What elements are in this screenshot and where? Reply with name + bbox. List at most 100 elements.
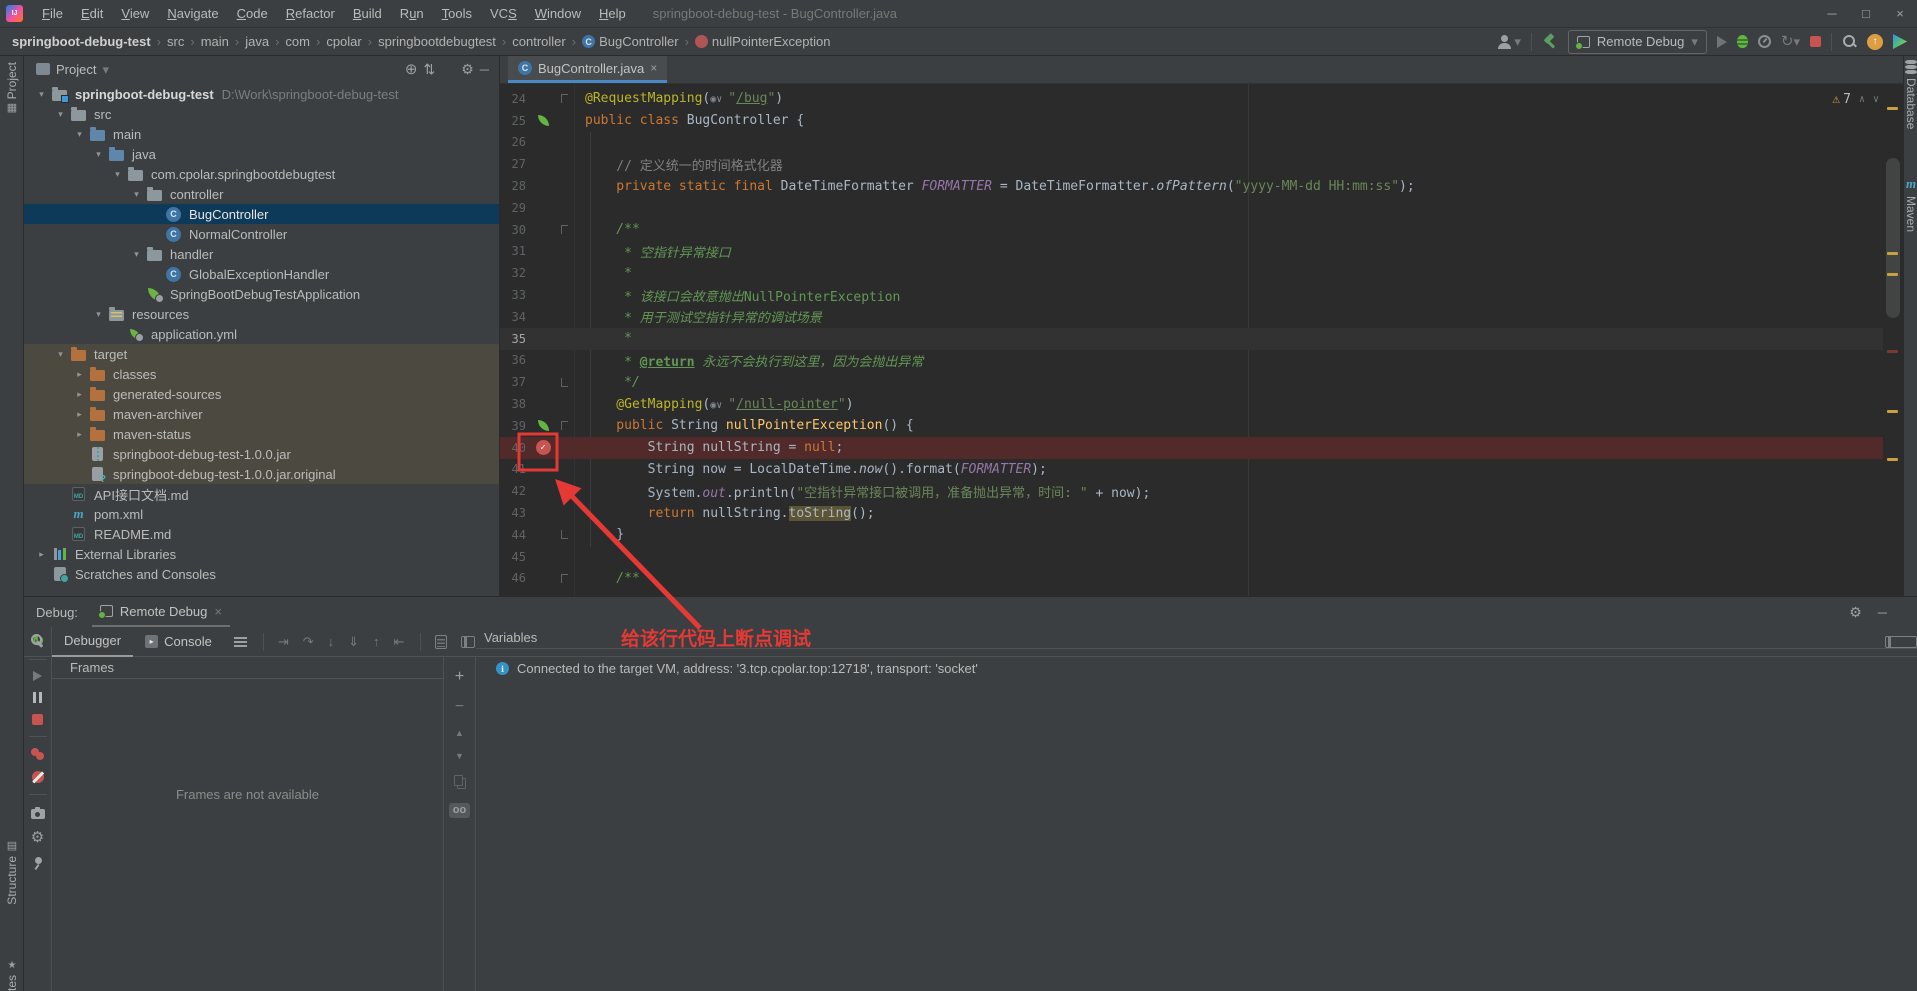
tree-item-controller[interactable]: ▾controller	[24, 184, 499, 204]
tool-stripe-favorites[interactable]: ★ Favorites	[0, 961, 24, 991]
spring-bean-gutter-icon[interactable]	[530, 415, 556, 437]
menu-help[interactable]: Help	[590, 6, 635, 21]
analysis-mark[interactable]	[1887, 252, 1898, 255]
search-everywhere-icon[interactable]	[1842, 34, 1857, 49]
menu-window[interactable]: Window	[526, 6, 590, 21]
user-button[interactable]: ▾	[1497, 35, 1521, 49]
resume-button[interactable]	[33, 671, 42, 681]
code-line-36[interactable]: 36 * @return 永远不会执行到这里，因为会抛出异常	[500, 350, 1883, 372]
stream-debugger-icon[interactable]	[461, 636, 475, 648]
pin-icon[interactable]	[31, 856, 45, 870]
menu-tools[interactable]: Tools	[433, 6, 481, 21]
tool-stripe-project[interactable]: Project ▦	[0, 62, 24, 114]
tree-item-springboot-debug-test[interactable]: ▾springboot-debug-testD:\Work\springboot…	[24, 84, 499, 104]
wrench-icon[interactable]	[30, 633, 45, 648]
tree-item-pom.xml[interactable]: mpom.xml	[24, 504, 499, 524]
tree-item-BugController[interactable]: CBugController	[24, 204, 499, 224]
code-line-46[interactable]: 46 /**	[500, 568, 1883, 590]
code-line-33[interactable]: 33 * 该接口会故意抛出NullPointerException	[500, 284, 1883, 306]
tree-item-README.md[interactable]: MDREADME.md	[24, 524, 499, 544]
view-breakpoints-icon[interactable]	[31, 748, 39, 756]
build-hammer-icon[interactable]	[1542, 34, 1558, 50]
menu-build[interactable]: Build	[344, 6, 391, 21]
hamburger-menu-icon[interactable]	[234, 637, 247, 639]
code-line-45[interactable]: 45	[500, 546, 1883, 568]
remove-watch-icon[interactable]: −	[455, 699, 464, 715]
breadcrumb-item-main[interactable]: main	[201, 34, 229, 49]
tree-item-External Libraries[interactable]: ▸External Libraries	[24, 544, 499, 564]
tree-item-maven-status[interactable]: ▸maven-status	[24, 424, 499, 444]
chevron-down-icon[interactable]: ▾	[51, 349, 70, 360]
menu-refactor[interactable]: Refactor	[277, 6, 344, 21]
code-line-30[interactable]: 30 /**	[500, 219, 1883, 241]
code-line-38[interactable]: 38 @GetMapping(◉∨ "/null-pointer")	[500, 393, 1883, 415]
tree-item-springboot-debug-test-1.0.0.jar[interactable]: springboot-debug-test-1.0.0.jar	[24, 444, 499, 464]
tool-stripe-database[interactable]: Database	[1904, 60, 1917, 129]
mute-breakpoints-icon[interactable]	[32, 771, 44, 783]
hide-panel-icon[interactable]: ─	[480, 63, 489, 76]
close-tab-icon[interactable]: ×	[650, 62, 657, 74]
next-warning-icon[interactable]: ∨	[1873, 95, 1879, 105]
tab-console[interactable]: ▸ Console	[133, 627, 224, 657]
stop-debug-button[interactable]	[32, 714, 43, 725]
step-over-icon[interactable]: ↷	[303, 635, 314, 648]
evaluate-expression-icon[interactable]	[435, 635, 447, 649]
chevron-down-icon[interactable]: ▾	[102, 63, 109, 76]
code-line-41[interactable]: 41 String now = LocalDateTime.now().form…	[500, 459, 1883, 481]
breadcrumb-item-controller[interactable]: controller	[512, 34, 565, 49]
code-line-43[interactable]: 43 return nullString.toString();	[500, 502, 1883, 524]
analysis-mark[interactable]	[1887, 458, 1898, 461]
tree-item-resources[interactable]: ▾resources	[24, 304, 499, 324]
tree-item-maven-archiver[interactable]: ▸maven-archiver	[24, 404, 499, 424]
show-execution-point-icon[interactable]: ⇥	[278, 635, 289, 648]
close-button[interactable]: ×	[1883, 1, 1917, 27]
code-editor[interactable]: 24@RequestMapping(◉∨ "/bug")25public cla…	[500, 84, 1903, 596]
code-line-29[interactable]: 29	[500, 197, 1883, 219]
tree-item-GlobalExceptionHandler[interactable]: CGlobalExceptionHandler	[24, 264, 499, 284]
spring-bean-gutter-icon[interactable]	[530, 110, 556, 132]
move-down-icon[interactable]: ▼	[455, 752, 464, 761]
analysis-mark[interactable]	[1887, 107, 1898, 110]
code-line-37[interactable]: 37 */	[500, 371, 1883, 393]
code-line-44[interactable]: 44 }	[500, 524, 1883, 546]
code-line-42[interactable]: 42 System.out.println("空指针异常接口被调用，准备抛出异常…	[500, 480, 1883, 502]
code-line-40[interactable]: 40✓ String nullString = null;	[500, 437, 1883, 459]
fold-marker-icon[interactable]	[556, 88, 572, 110]
tree-item-SpringBootDebugTestApplication[interactable]: SpringBootDebugTestApplication	[24, 284, 499, 304]
chevron-right-icon[interactable]: ▸	[70, 409, 89, 420]
debug-session-tab[interactable]: Remote Debug ×	[92, 597, 230, 627]
pause-button[interactable]	[33, 692, 36, 703]
debug-settings-gear-icon[interactable]: ⚙	[1849, 605, 1862, 619]
show-watches-icon[interactable]: oo	[449, 803, 470, 818]
profiler-button[interactable]	[1758, 35, 1771, 48]
editor-scrollbar[interactable]	[1883, 84, 1903, 596]
menu-run[interactable]: Run	[391, 6, 433, 21]
gear-icon[interactable]: ⚙	[461, 62, 474, 76]
fold-marker-icon[interactable]	[556, 524, 572, 546]
add-watch-icon[interactable]: +	[455, 669, 464, 685]
menu-code[interactable]: Code	[228, 6, 277, 21]
tree-item-application.yml[interactable]: application.yml	[24, 324, 499, 344]
menu-vcs[interactable]: VCS	[481, 6, 526, 21]
ide-promo-icon[interactable]	[1893, 34, 1907, 49]
prev-warning-icon[interactable]: ∧	[1859, 95, 1865, 105]
tab-bugcontroller[interactable]: C BugController.java ×	[508, 56, 667, 83]
breadcrumb-item-java[interactable]: java	[245, 34, 269, 49]
tree-item-classes[interactable]: ▸classes	[24, 364, 499, 384]
camera-icon[interactable]	[31, 809, 45, 819]
code-line-31[interactable]: 31 * 空指针异常接口	[500, 241, 1883, 263]
debug-gear-icon[interactable]: ⚙	[31, 830, 44, 845]
tree-item-springboot-debug-test-1.0.0.jar.original[interactable]: springboot-debug-test-1.0.0.jar.original	[24, 464, 499, 484]
breadcrumb-item-BugController[interactable]: CBugController	[582, 34, 679, 49]
chevron-down-icon[interactable]: ▾	[70, 129, 89, 140]
menu-file[interactable]: File	[33, 6, 72, 21]
chevron-right-icon[interactable]: ▸	[70, 369, 89, 380]
code-line-39[interactable]: 39 public String nullPointerException() …	[500, 415, 1883, 437]
chevron-right-icon[interactable]: ▸	[32, 549, 51, 560]
analysis-mark[interactable]	[1887, 350, 1898, 353]
breadcrumb-item-springbootdebugtest[interactable]: springbootdebugtest	[378, 34, 496, 49]
code-line-34[interactable]: 34 * 用于测试空指针异常的调试场景	[500, 306, 1883, 328]
tree-item-src[interactable]: ▾src	[24, 104, 499, 124]
tool-stripe-maven[interactable]: m Maven	[1904, 176, 1917, 232]
breadcrumb-item-nullPointerException[interactable]: nullPointerException	[695, 34, 831, 49]
